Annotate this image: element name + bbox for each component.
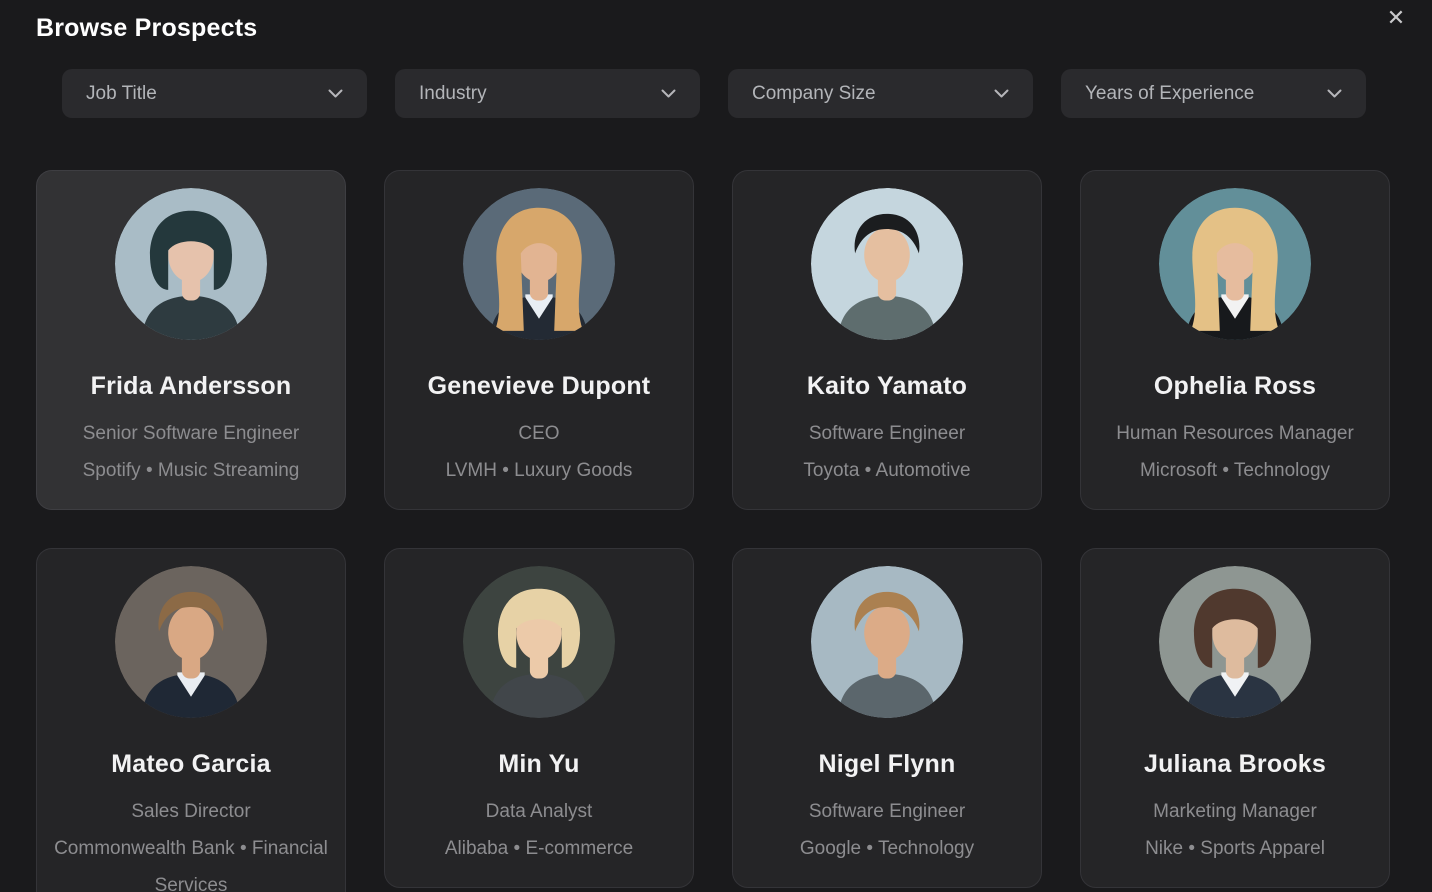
prospect-name: Nigel Flynn [749,750,1025,779]
filter-job-title[interactable]: Job Title [62,69,367,118]
prospect-company-industry: Google • Technology [749,830,1025,867]
filter-years-of-experience[interactable]: Years of Experience [1061,69,1366,118]
avatar [115,566,267,718]
prospect-job-title: CEO [401,415,677,452]
filter-label: Job Title [86,83,157,105]
filter-label: Industry [419,83,487,105]
close-button[interactable]: ✕ [1380,2,1412,34]
prospect-job-title: Software Engineer [749,415,1025,452]
prospect-job-title: Senior Software Engineer [53,415,329,452]
avatar [811,188,963,340]
prospect-name: Kaito Yamato [749,372,1025,401]
avatar [463,188,615,340]
prospect-card[interactable]: Juliana Brooks Marketing Manager Nike • … [1080,548,1390,888]
filter-label: Years of Experience [1085,83,1254,105]
prospect-company-industry: Toyota • Automotive [749,452,1025,489]
prospect-name: Ophelia Ross [1097,372,1373,401]
avatar [463,566,615,718]
prospect-company-industry: Spotify • Music Streaming [53,452,329,489]
chevron-down-icon [994,89,1009,98]
prospect-company-industry: Alibaba • E-commerce [401,830,677,867]
prospect-job-title: Software Engineer [749,793,1025,830]
avatar [1159,566,1311,718]
prospect-card[interactable]: Genevieve Dupont CEO LVMH • Luxury Goods [384,170,694,510]
close-icon: ✕ [1387,7,1405,29]
avatar [1159,188,1311,340]
prospect-name: Frida Andersson [53,372,329,401]
prospect-company-industry: Microsoft • Technology [1097,452,1373,489]
chevron-down-icon [1327,89,1342,98]
prospect-name: Genevieve Dupont [401,372,677,401]
prospect-company-industry: LVMH • Luxury Goods [401,452,677,489]
prospect-company-industry: Nike • Sports Apparel [1097,830,1373,867]
filter-label: Company Size [752,83,876,105]
filter-company-size[interactable]: Company Size [728,69,1033,118]
prospect-card[interactable]: Ophelia Ross Human Resources Manager Mic… [1080,170,1390,510]
prospect-job-title: Sales Director [53,793,329,830]
prospect-card[interactable]: Kaito Yamato Software Engineer Toyota • … [732,170,1042,510]
prospect-name: Juliana Brooks [1097,750,1373,779]
prospect-card[interactable]: Min Yu Data Analyst Alibaba • E-commerce [384,548,694,888]
prospect-name: Mateo Garcia [53,750,329,779]
prospect-name: Min Yu [401,750,677,779]
prospect-card[interactable]: Mateo Garcia Sales Director Commonwealth… [36,548,346,892]
prospect-job-title: Human Resources Manager [1097,415,1373,452]
filter-industry[interactable]: Industry [395,69,700,118]
filter-bar: Job Title Industry Company Size Years of… [62,69,1396,118]
prospect-company-industry: Commonwealth Bank • Financial Services [53,830,329,892]
prospect-card[interactable]: Nigel Flynn Software Engineer Google • T… [732,548,1042,888]
chevron-down-icon [328,89,343,98]
prospect-job-title: Marketing Manager [1097,793,1373,830]
prospect-grid: Frida Andersson Senior Software Engineer… [36,170,1396,892]
prospect-card[interactable]: Frida Andersson Senior Software Engineer… [36,170,346,510]
browse-prospects-panel: Browse Prospects ✕ Job Title Industry Co… [0,0,1432,892]
avatar [115,188,267,340]
chevron-down-icon [661,89,676,98]
avatar [811,566,963,718]
prospect-job-title: Data Analyst [401,793,677,830]
page-title: Browse Prospects [36,14,1396,43]
